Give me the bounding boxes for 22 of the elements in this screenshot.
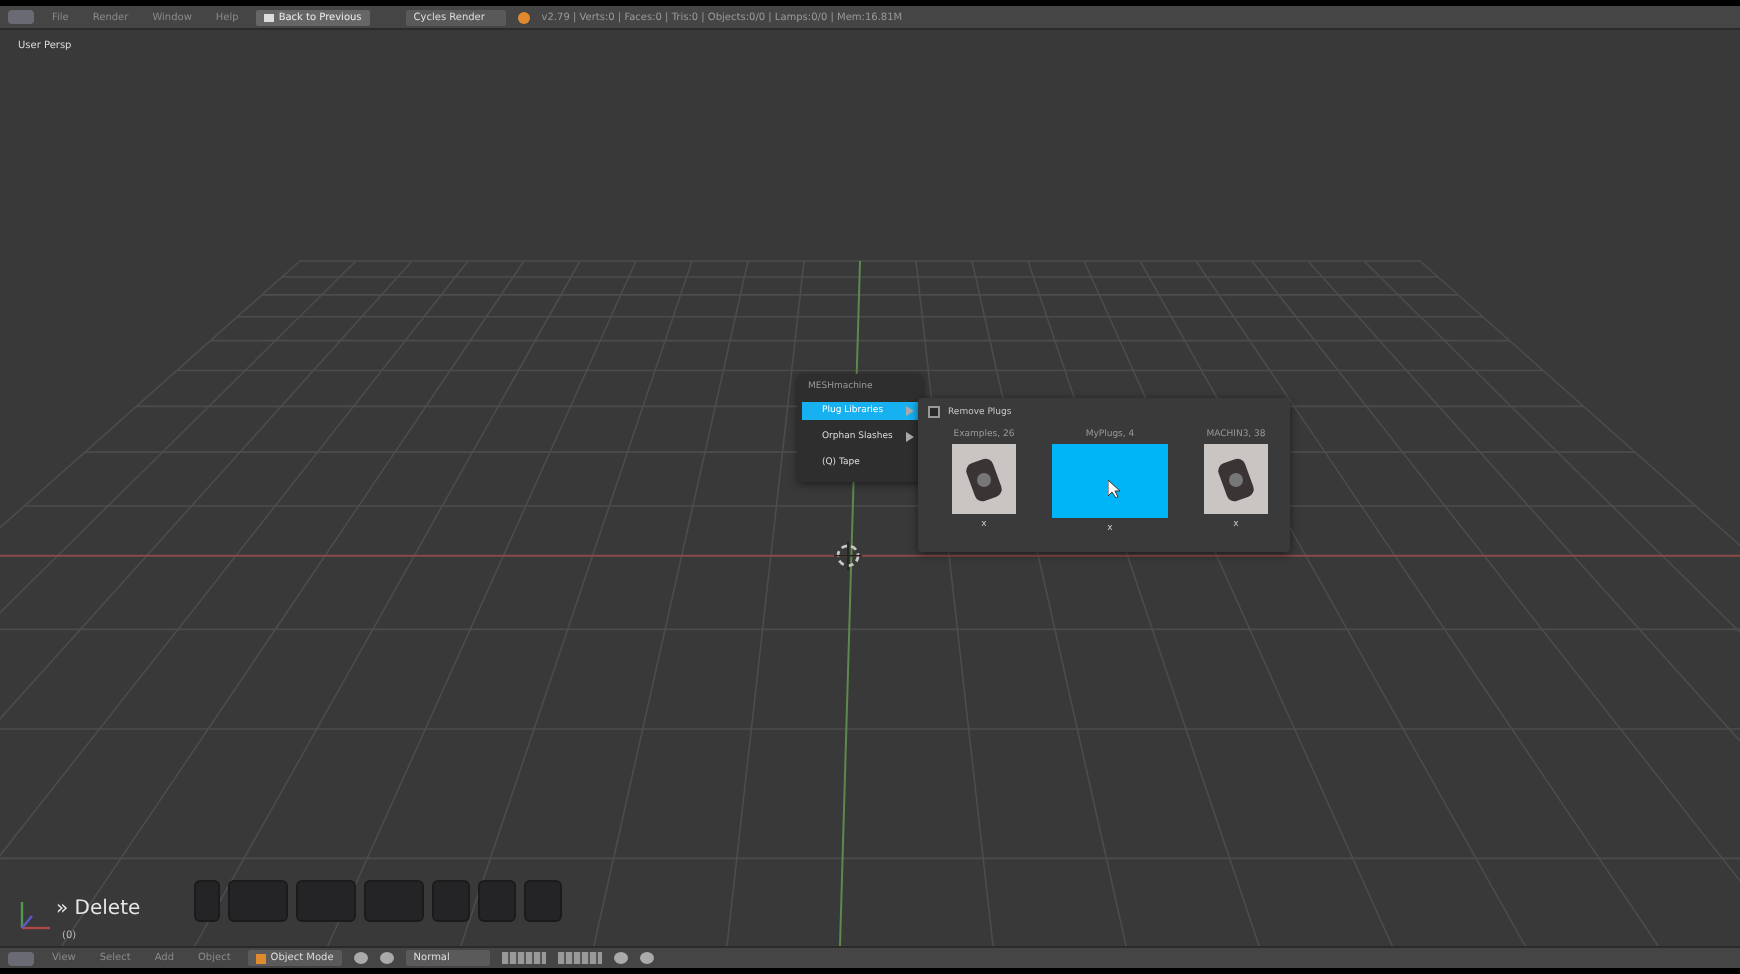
layers-grid-icon[interactable] [501,952,546,964]
submenu-arrow-icon [906,432,914,442]
key-indicator [296,880,356,922]
library-thumbnail[interactable] [1204,444,1268,514]
key-indicator [364,880,424,922]
layers-grid-icon[interactable] [557,952,602,964]
axes-gizmo-icon [16,898,56,934]
key-indicator [194,880,220,922]
key-indicator [478,880,516,922]
key-indicator [228,880,288,922]
checkbox[interactable] [928,406,940,418]
mouse-pointer-icon [1108,480,1120,498]
3d-cursor-icon[interactable] [833,540,863,571]
submenu-arrow-icon [906,406,914,416]
screen-icon [264,13,275,21]
cube-icon [256,953,267,963]
key-indicator [432,880,470,922]
library-thumbnail[interactable] [1052,444,1168,518]
last-operator-text: » Delete [56,898,141,920]
library-thumbnail[interactable] [952,444,1016,514]
logo-icon [517,11,530,23]
key-indicator [524,880,562,922]
